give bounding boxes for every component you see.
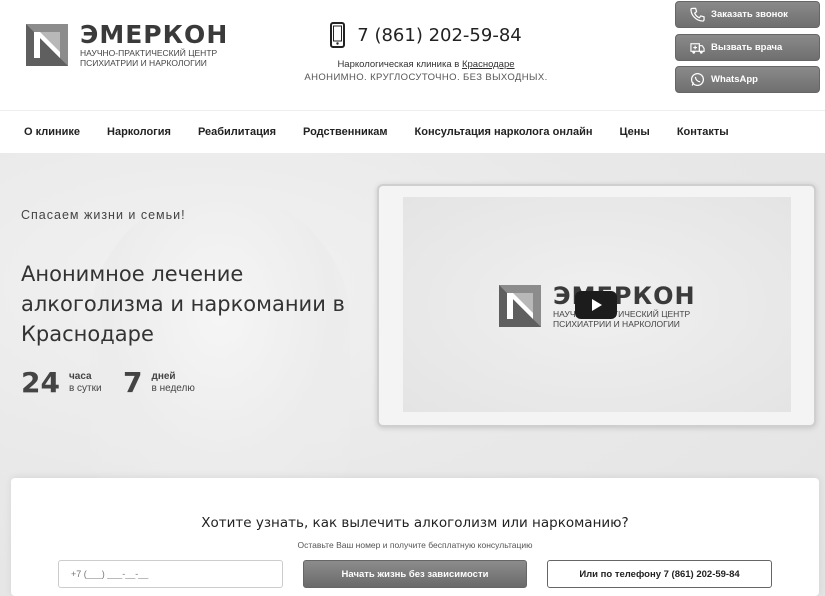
stat-hours-unit: часа (68, 370, 92, 382)
nav-item-narcology[interactable]: Наркология (107, 126, 171, 138)
ambulance-icon (690, 43, 705, 54)
call-doctor-label: Вызвать врача (711, 42, 783, 53)
header-contact: 7 (861) 202-59-84 Наркологическая клиник… (296, 22, 556, 83)
logo-subtitle-line2: ПСИХИАТРИИ И НАРКОЛОГИИ (80, 58, 207, 68)
submit-button[interactable]: Начать жизнь без зависимости (303, 560, 527, 588)
logo[interactable]: ЭМЕРКОН НАУЧНО-ПРАКТИЧЕСКИЙ ЦЕНТР ПСИХИА… (26, 22, 228, 68)
clinic-city-link[interactable]: Краснодаре (462, 59, 515, 70)
video-thumbnail[interactable]: ЭМЕРКОН НАУЧНО-ПРАКТИЧЕСКИЙ ЦЕНТР ПСИХИА… (403, 197, 791, 412)
order-callback-label: Заказать звонок (711, 9, 788, 20)
stat-hours-caption: в сутки (68, 382, 102, 394)
order-callback-button[interactable]: Заказать звонок (675, 1, 820, 28)
nav-item-online-consultation[interactable]: Консультация нарколога онлайн (415, 126, 593, 138)
clinic-hours: АНОНИМНО. КРУГЛОСУТОЧНО. БЕЗ ВЫХОДНЫХ. (304, 72, 548, 83)
video-logo-subtitle-line2: ПСИХИАТРИИ И НАРКОЛОГИИ (553, 319, 680, 329)
stat-hours-number: 24 (21, 366, 60, 399)
clinic-location-line: Наркологическая клиника в Краснодаре (296, 59, 556, 70)
call-doctor-button[interactable]: Вызвать врача (675, 34, 820, 61)
logo-subtitle-line1: НАУЧНО-ПРАКТИЧЕСКИЙ ЦЕНТР (80, 48, 218, 58)
phone-handset-icon (690, 7, 705, 22)
stat-days-unit: дней (151, 370, 176, 382)
nav-item-rehabilitation[interactable]: Реабилитация (198, 126, 276, 138)
form-subtitle: Оставьте Ваш номер и получите бесплатную… (297, 540, 533, 550)
video-logo-mark-icon (499, 285, 541, 327)
hero-tagline: Спасаем жизни и семьи! (21, 208, 186, 222)
stat-hours: 24 часа в сутки (21, 366, 102, 399)
form-title: Хотите узнать, как вылечить алкоголизм и… (201, 515, 629, 531)
stat-days: 7 дней в неделю (123, 366, 195, 399)
logo-mark-icon (26, 24, 68, 66)
whatsapp-label: WhatsApp (711, 74, 758, 85)
logo-name: ЭМЕРКОН (80, 20, 229, 49)
play-icon (592, 299, 602, 311)
main-nav: О клинике Наркология Реабилитация Родств… (0, 110, 825, 153)
site-header: ЭМЕРКОН НАУЧНО-ПРАКТИЧЕСКИЙ ЦЕНТР ПСИХИА… (0, 0, 825, 110)
call-by-phone-button[interactable]: Или по телефону 7 (861) 202-59-84 (547, 560, 772, 588)
nav-item-contacts[interactable]: Контакты (677, 126, 729, 138)
header-phone-number[interactable]: 7 (861) 202-59-84 (357, 25, 521, 46)
video-play-button[interactable] (575, 291, 617, 319)
whatsapp-button[interactable]: WhatsApp (675, 66, 820, 93)
mobile-phone-icon (330, 22, 346, 48)
nav-item-prices[interactable]: Цены (619, 126, 649, 138)
stat-days-number: 7 (123, 366, 143, 399)
nav-item-about[interactable]: О клинике (24, 126, 80, 138)
whatsapp-icon (690, 72, 705, 87)
clinic-prefix: Наркологическая клиника в (337, 59, 460, 70)
hero-headline: Анонимное лечение алкоголизма и наркоман… (21, 262, 345, 346)
lead-form: Хотите узнать, как вылечить алкоголизм и… (11, 478, 819, 596)
stat-days-caption: в неделю (151, 382, 195, 394)
video-player[interactable]: ЭМЕРКОН НАУЧНО-ПРАКТИЧЕСКИЙ ЦЕНТР ПСИХИА… (377, 184, 816, 427)
nav-item-relatives[interactable]: Родственникам (303, 126, 388, 138)
phone-input[interactable] (58, 560, 283, 588)
